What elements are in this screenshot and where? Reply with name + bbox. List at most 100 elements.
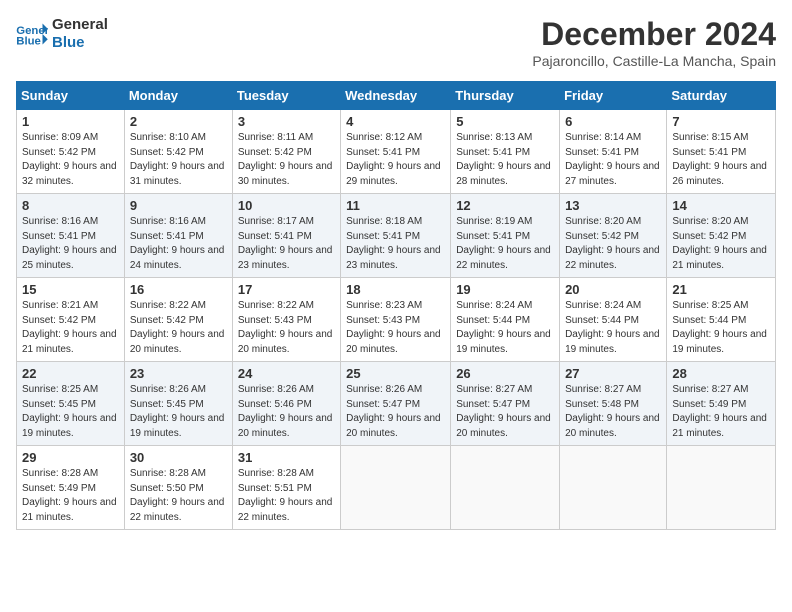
calendar-cell: 8 Sunrise: 8:16 AMSunset: 5:41 PMDaylight… xyxy=(17,194,125,278)
calendar-cell: 6 Sunrise: 8:14 AMSunset: 5:41 PMDaylight… xyxy=(560,110,667,194)
day-number: 29 xyxy=(22,450,119,465)
calendar-cell: 4Sunrise: 8:12 AMSunset: 5:41 PMDaylight… xyxy=(341,110,451,194)
logo-icon: General Blue xyxy=(16,20,48,48)
day-info: Sunrise: 8:15 AMSunset: 5:41 PMDaylight:… xyxy=(672,131,770,189)
day-info: Sunrise: 8:17 AMSunset: 5:41 PMDaylight:… xyxy=(238,215,335,273)
day-number: 1 xyxy=(22,114,119,129)
day-info: Sunrise: 8:21 AMSunset: 5:42 PMDaylight:… xyxy=(22,299,119,357)
day-number: 12 xyxy=(456,198,554,213)
calendar-header-row: SundayMondayTuesdayWednesdayThursdayFrid… xyxy=(17,82,776,110)
day-number: 20 xyxy=(565,282,661,297)
day-info: Sunrise: 8:26 AMSunset: 5:46 PMDaylight:… xyxy=(238,383,335,441)
day-number: 27 xyxy=(565,366,661,381)
day-info: Sunrise: 8:28 AMSunset: 5:50 PMDaylight:… xyxy=(130,467,227,525)
calendar-cell: 5 Sunrise: 8:13 AMSunset: 5:41 PMDaylight… xyxy=(451,110,560,194)
header-wednesday: Wednesday xyxy=(341,82,451,110)
day-number: 21 xyxy=(672,282,770,297)
day-number: 7 xyxy=(672,114,770,129)
calendar-cell: 9 Sunrise: 8:16 AMSunset: 5:41 PMDaylight… xyxy=(124,194,232,278)
calendar-cell: 11 Sunrise: 8:18 AMSunset: 5:41 PMDayligh… xyxy=(341,194,451,278)
logo-blue: Blue xyxy=(52,34,108,52)
header-friday: Friday xyxy=(560,82,667,110)
calendar-cell: 26 Sunrise: 8:27 AMSunset: 5:47 PMDayligh… xyxy=(451,362,560,446)
calendar-cell: 10 Sunrise: 8:17 AMSunset: 5:41 PMDayligh… xyxy=(232,194,340,278)
calendar-table: SundayMondayTuesdayWednesdayThursdayFrid… xyxy=(16,81,776,530)
day-info: Sunrise: 8:24 AMSunset: 5:44 PMDaylight:… xyxy=(456,299,554,357)
calendar-cell: 19 Sunrise: 8:24 AMSunset: 5:44 PMDayligh… xyxy=(451,278,560,362)
day-info: Sunrise: 8:28 AMSunset: 5:51 PMDaylight:… xyxy=(238,467,335,525)
calendar-cell xyxy=(560,446,667,530)
day-number: 24 xyxy=(238,366,335,381)
calendar-cell: 29Sunrise: 8:28 AMSunset: 5:49 PMDayligh… xyxy=(17,446,125,530)
day-number: 10 xyxy=(238,198,335,213)
page-header: General Blue General Blue December 2024 … xyxy=(16,16,776,69)
calendar-cell: 12 Sunrise: 8:19 AMSunset: 5:41 PMDayligh… xyxy=(451,194,560,278)
day-number: 14 xyxy=(672,198,770,213)
calendar-cell: 27 Sunrise: 8:27 AMSunset: 5:48 PMDayligh… xyxy=(560,362,667,446)
header-monday: Monday xyxy=(124,82,232,110)
day-number: 8 xyxy=(22,198,119,213)
day-info: Sunrise: 8:22 AMSunset: 5:43 PMDaylight:… xyxy=(238,299,335,357)
calendar-cell: 3 Sunrise: 8:11 AMSunset: 5:42 PMDaylight… xyxy=(232,110,340,194)
day-info: Sunrise: 8:12 AMSunset: 5:41 PMDaylight:… xyxy=(346,131,445,189)
calendar-cell: 31Sunrise: 8:28 AMSunset: 5:51 PMDayligh… xyxy=(232,446,340,530)
day-number: 15 xyxy=(22,282,119,297)
calendar-cell: 21 Sunrise: 8:25 AMSunset: 5:44 PMDayligh… xyxy=(667,278,776,362)
day-info: Sunrise: 8:10 AMSunset: 5:42 PMDaylight:… xyxy=(130,131,227,189)
calendar-week-1: 1Sunrise: 8:09 AMSunset: 5:42 PMDaylight… xyxy=(17,110,776,194)
calendar-week-3: 15 Sunrise: 8:21 AMSunset: 5:42 PMDayligh… xyxy=(17,278,776,362)
calendar-cell: 22 Sunrise: 8:25 AMSunset: 5:45 PMDayligh… xyxy=(17,362,125,446)
calendar-cell: 15 Sunrise: 8:21 AMSunset: 5:42 PMDayligh… xyxy=(17,278,125,362)
day-info: Sunrise: 8:25 AMSunset: 5:45 PMDaylight:… xyxy=(22,383,119,441)
day-info: Sunrise: 8:16 AMSunset: 5:41 PMDaylight:… xyxy=(130,215,227,273)
svg-text:Blue: Blue xyxy=(16,36,41,48)
day-info: Sunrise: 8:27 AMSunset: 5:48 PMDaylight:… xyxy=(565,383,661,441)
calendar-week-2: 8 Sunrise: 8:16 AMSunset: 5:41 PMDaylight… xyxy=(17,194,776,278)
calendar-week-5: 29Sunrise: 8:28 AMSunset: 5:49 PMDayligh… xyxy=(17,446,776,530)
day-info: Sunrise: 8:23 AMSunset: 5:43 PMDaylight:… xyxy=(346,299,445,357)
header-thursday: Thursday xyxy=(451,82,560,110)
header-saturday: Saturday xyxy=(667,82,776,110)
day-info: Sunrise: 8:11 AMSunset: 5:42 PMDaylight:… xyxy=(238,131,335,189)
day-number: 3 xyxy=(238,114,335,129)
day-number: 19 xyxy=(456,282,554,297)
day-number: 11 xyxy=(346,198,445,213)
day-info: Sunrise: 8:24 AMSunset: 5:44 PMDaylight:… xyxy=(565,299,661,357)
calendar-cell: 16Sunrise: 8:22 AMSunset: 5:42 PMDayligh… xyxy=(124,278,232,362)
day-info: Sunrise: 8:16 AMSunset: 5:41 PMDaylight:… xyxy=(22,215,119,273)
day-info: Sunrise: 8:20 AMSunset: 5:42 PMDaylight:… xyxy=(672,215,770,273)
calendar-cell: 14 Sunrise: 8:20 AMSunset: 5:42 PMDayligh… xyxy=(667,194,776,278)
logo-general: General xyxy=(52,16,108,34)
day-info: Sunrise: 8:14 AMSunset: 5:41 PMDaylight:… xyxy=(565,131,661,189)
header-sunday: Sunday xyxy=(17,82,125,110)
day-number: 26 xyxy=(456,366,554,381)
location-subtitle: Pajaroncillo, Castille-La Mancha, Spain xyxy=(532,53,776,69)
day-info: Sunrise: 8:19 AMSunset: 5:41 PMDaylight:… xyxy=(456,215,554,273)
day-number: 6 xyxy=(565,114,661,129)
day-info: Sunrise: 8:26 AMSunset: 5:47 PMDaylight:… xyxy=(346,383,445,441)
day-number: 9 xyxy=(130,198,227,213)
day-number: 30 xyxy=(130,450,227,465)
day-number: 23 xyxy=(130,366,227,381)
calendar-cell: 30 Sunrise: 8:28 AMSunset: 5:50 PMDayligh… xyxy=(124,446,232,530)
day-number: 22 xyxy=(22,366,119,381)
day-info: Sunrise: 8:18 AMSunset: 5:41 PMDaylight:… xyxy=(346,215,445,273)
day-number: 25 xyxy=(346,366,445,381)
day-info: Sunrise: 8:13 AMSunset: 5:41 PMDaylight:… xyxy=(456,131,554,189)
calendar-week-4: 22 Sunrise: 8:25 AMSunset: 5:45 PMDayligh… xyxy=(17,362,776,446)
calendar-cell: 28Sunrise: 8:27 AMSunset: 5:49 PMDayligh… xyxy=(667,362,776,446)
day-number: 13 xyxy=(565,198,661,213)
calendar-cell: 1Sunrise: 8:09 AMSunset: 5:42 PMDaylight… xyxy=(17,110,125,194)
day-info: Sunrise: 8:25 AMSunset: 5:44 PMDaylight:… xyxy=(672,299,770,357)
title-block: December 2024 Pajaroncillo, Castille-La … xyxy=(532,16,776,69)
calendar-cell: 18Sunrise: 8:23 AMSunset: 5:43 PMDayligh… xyxy=(341,278,451,362)
logo: General Blue General Blue xyxy=(16,16,108,52)
calendar-cell xyxy=(667,446,776,530)
day-info: Sunrise: 8:27 AMSunset: 5:47 PMDaylight:… xyxy=(456,383,554,441)
day-number: 5 xyxy=(456,114,554,129)
day-number: 28 xyxy=(672,366,770,381)
month-title: December 2024 xyxy=(532,16,776,53)
calendar-cell: 23Sunrise: 8:26 AMSunset: 5:45 PMDayligh… xyxy=(124,362,232,446)
calendar-cell: 17Sunrise: 8:22 AMSunset: 5:43 PMDayligh… xyxy=(232,278,340,362)
day-number: 16 xyxy=(130,282,227,297)
